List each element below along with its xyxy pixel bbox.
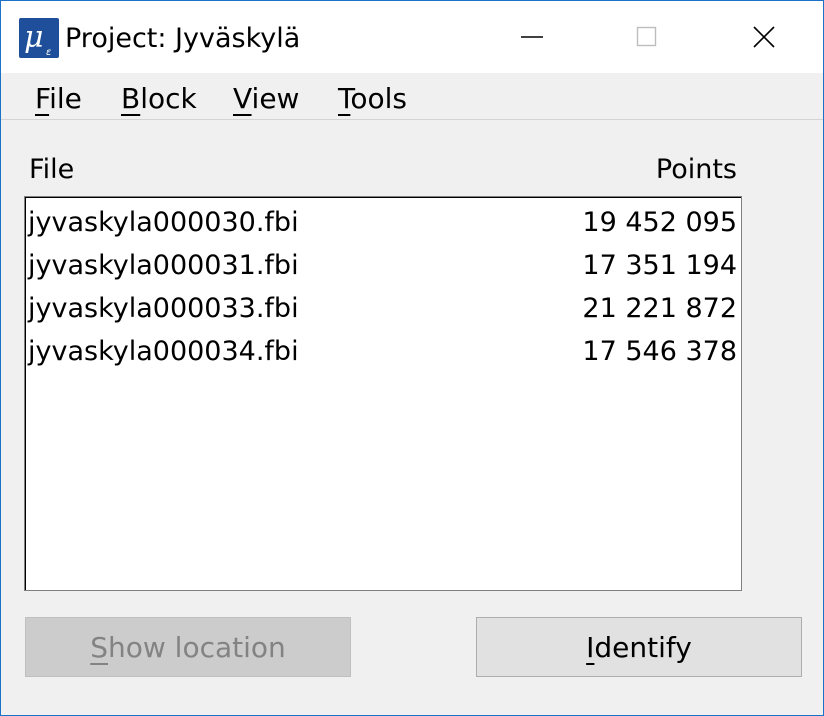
list-item[interactable]: jyvaskyla000033.fbi 21 221 872 bbox=[25, 287, 741, 330]
menu-file[interactable]: File bbox=[35, 81, 82, 117]
column-header-file[interactable]: File bbox=[29, 152, 74, 188]
menu-tools[interactable]: Tools bbox=[338, 81, 407, 117]
list-item[interactable]: jyvaskyla000030.fbi 19 452 095 bbox=[25, 201, 741, 244]
svg-text:ε: ε bbox=[46, 47, 52, 58]
menu-block[interactable]: Block bbox=[121, 81, 197, 117]
window-title: Project: Jyväskylä bbox=[65, 23, 301, 54]
show-location-button[interactable]: Show location bbox=[25, 617, 351, 677]
main-content: File Points jyvaskyla000030.fbi 19 452 0… bbox=[1, 120, 823, 715]
svg-text:μ: μ bbox=[24, 20, 44, 55]
file-name: jyvaskyla000033.fbi bbox=[28, 293, 299, 324]
close-icon bbox=[753, 26, 775, 48]
app-logo-icon: μ ε bbox=[19, 18, 59, 58]
maximize-icon bbox=[636, 26, 657, 47]
close-button[interactable] bbox=[705, 1, 821, 73]
point-count: 19 452 095 bbox=[582, 207, 737, 238]
point-count: 17 351 194 bbox=[582, 250, 737, 281]
file-name: jyvaskyla000034.fbi bbox=[28, 336, 299, 367]
maximize-button[interactable] bbox=[589, 1, 705, 73]
point-count: 21 221 872 bbox=[582, 293, 737, 324]
file-name: jyvaskyla000030.fbi bbox=[28, 207, 299, 238]
point-count: 17 546 378 bbox=[582, 336, 737, 367]
title-bar[interactable]: μ ε Project: Jyväskylä bbox=[1, 1, 823, 73]
file-name: jyvaskyla000031.fbi bbox=[28, 250, 299, 281]
project-window: μ ε Project: Jyväskylä File Block View T… bbox=[0, 0, 824, 716]
column-header-points[interactable]: Points bbox=[656, 152, 737, 188]
file-list[interactable]: jyvaskyla000030.fbi 19 452 095 jyvaskyla… bbox=[24, 196, 742, 591]
identify-button[interactable]: Identify bbox=[476, 617, 802, 677]
list-item[interactable]: jyvaskyla000031.fbi 17 351 194 bbox=[25, 244, 741, 287]
list-item[interactable]: jyvaskyla000034.fbi 17 546 378 bbox=[25, 330, 741, 373]
minimize-button[interactable] bbox=[473, 1, 589, 73]
menu-bar: File Block View Tools bbox=[1, 73, 823, 120]
minimize-icon bbox=[521, 36, 543, 38]
menu-view[interactable]: View bbox=[233, 81, 299, 117]
